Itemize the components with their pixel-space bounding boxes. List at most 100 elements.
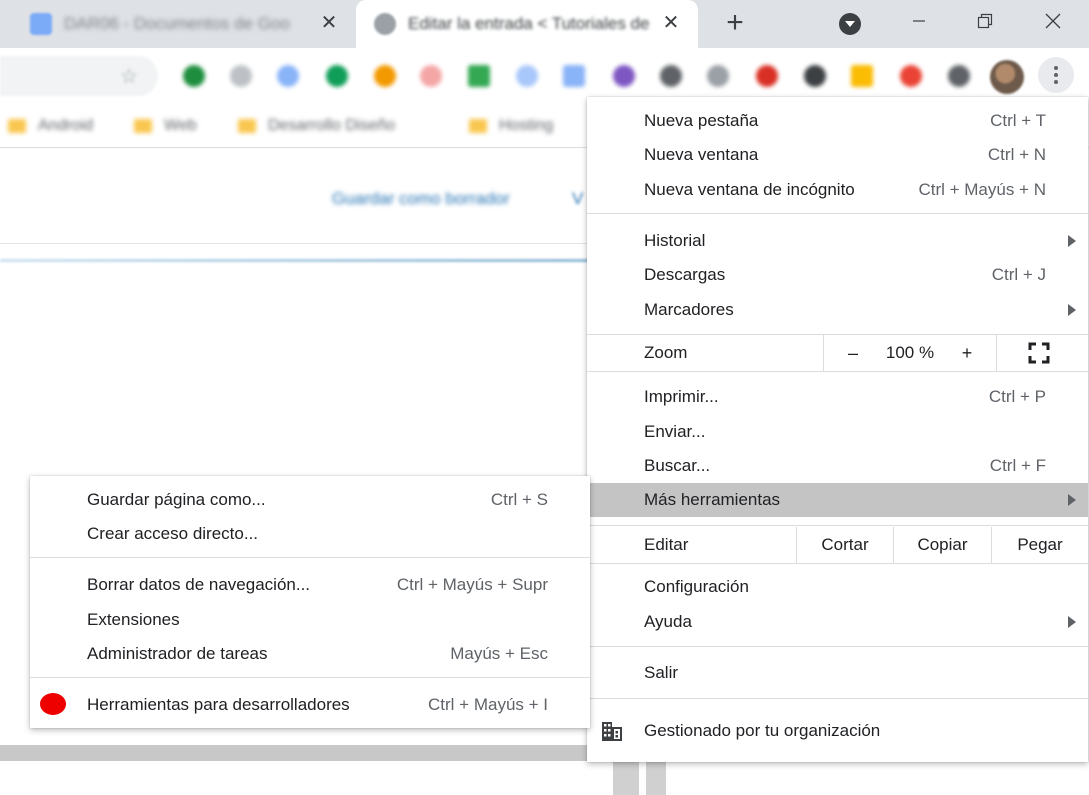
bookmark-folder[interactable]: Web [134, 114, 197, 138]
zoom-controls: – 100 % + [823, 335, 997, 371]
menu-separator [587, 213, 1088, 214]
tab-editar-entrada[interactable]: Editar la entrada < Tutoriales de ✕ [356, 0, 698, 48]
preview-link[interactable]: V [572, 189, 583, 209]
menu-item-devtools[interactable]: Herramientas para desarrolladores Ctrl +… [30, 688, 590, 722]
menu-item-extensions[interactable]: Extensiones [30, 603, 590, 637]
zoom-out-button[interactable]: – [838, 335, 868, 371]
fullscreen-icon[interactable] [1027, 341, 1051, 365]
paste-button[interactable]: Pegar [991, 527, 1088, 563]
menu-item-find[interactable]: Buscar... Ctrl + F [587, 449, 1088, 483]
extension-icon[interactable] [230, 65, 252, 87]
menu-item-task-manager[interactable]: Administrador de tareas Mayús + Esc [30, 637, 590, 671]
menu-item-incognito[interactable]: Nueva ventana de incógnito Ctrl + Mayús … [587, 173, 1088, 207]
wordpress-favicon-icon [374, 13, 396, 35]
close-tab-icon[interactable]: ✕ [660, 12, 682, 34]
save-draft-link[interactable]: Guardar como borrador [332, 189, 510, 209]
extension-icon[interactable] [900, 65, 922, 87]
menu-item-shortcut: Ctrl + Mayús + Supr [396, 575, 548, 594]
tab-docs[interactable]: DAR06 - Documentos de Goo ✕ [0, 0, 356, 48]
tab-search-button[interactable] [839, 13, 861, 35]
menu-item-label: Herramientas para desarrolladores [87, 695, 350, 714]
shield-icon[interactable] [756, 65, 778, 87]
kebab-dot-icon [1054, 73, 1058, 77]
extension-icon[interactable] [563, 65, 585, 87]
copy-button[interactable]: Copiar [893, 527, 991, 563]
menu-item-label: Ayuda [644, 612, 692, 631]
new-tab-button[interactable]: + [720, 8, 750, 39]
close-tab-icon[interactable]: ✕ [318, 12, 340, 34]
bookmark-label: Desarrollo Diseño [268, 117, 396, 134]
menu-item-new-tab[interactable]: Nueva pestaña Ctrl + T [587, 104, 1088, 138]
building-icon [602, 722, 622, 741]
bookmark-label: Hosting [499, 117, 554, 134]
menu-item-label: Nueva ventana [644, 145, 759, 164]
menu-item-new-window[interactable]: Nueva ventana Ctrl + N [587, 138, 1088, 172]
scrollbar-track [0, 745, 590, 761]
menu-item-print[interactable]: Imprimir... Ctrl + P [587, 380, 1088, 414]
minimize-button[interactable] [897, 6, 941, 36]
menu-item-label: Descargas [644, 265, 726, 284]
menu-item-shortcut: Ctrl + N [987, 145, 1046, 164]
progress-line [0, 259, 590, 262]
extension-icon[interactable] [804, 65, 826, 87]
cut-button[interactable]: Cortar [796, 527, 893, 563]
red-marker-icon [40, 693, 66, 715]
bookmark-star-icon[interactable]: ☆ [120, 64, 138, 89]
folder-icon [469, 119, 487, 133]
bookmark-folder[interactable]: Android [8, 114, 93, 138]
menu-item-clear-data[interactable]: Borrar datos de navegación... Ctrl + May… [30, 568, 590, 602]
extension-icon[interactable] [420, 65, 442, 87]
zoom-in-button[interactable]: + [952, 335, 982, 371]
menu-item-cast[interactable]: Enviar... [587, 415, 1088, 449]
menu-item-managed[interactable]: Gestionado por tu organización [587, 711, 1088, 751]
close-icon [1045, 13, 1061, 29]
menu-item-history[interactable]: Historial [587, 224, 1088, 258]
shield-icon[interactable] [660, 65, 682, 87]
puzzle-icon[interactable] [948, 65, 970, 87]
menu-item-shortcut: Ctrl + S [490, 490, 548, 509]
restore-button[interactable] [963, 6, 1007, 36]
menu-item-downloads[interactable]: Descargas Ctrl + J [587, 258, 1088, 292]
tab-title: DAR06 - Documentos de Goo [64, 14, 290, 33]
menu-item-help[interactable]: Ayuda [587, 605, 1088, 639]
avatar[interactable] [990, 60, 1024, 94]
folder-icon [238, 119, 256, 133]
extension-icon[interactable] [374, 65, 396, 87]
extension-icon[interactable] [468, 65, 490, 87]
menu-item-bookmarks[interactable]: Marcadores [587, 293, 1088, 327]
extension-icon[interactable] [277, 65, 299, 87]
menu-item-label: Buscar... [644, 456, 711, 475]
menu-separator [587, 563, 1088, 564]
menu-item-settings[interactable]: Configuración [587, 570, 1088, 604]
extension-icon[interactable] [613, 65, 635, 87]
menu-button[interactable] [1038, 57, 1074, 93]
folder-icon [134, 119, 152, 133]
tab-strip: DAR06 - Documentos de Goo ✕ Editar la en… [0, 0, 1089, 48]
menu-item-shortcut: Ctrl + Mayús + I [428, 695, 548, 714]
menu-item-more-tools[interactable]: Más herramientas [587, 483, 1088, 517]
menu-separator [30, 677, 590, 678]
bookmark-label: Android [38, 117, 94, 134]
menu-item-save-page[interactable]: Guardar página como... Ctrl + S [30, 483, 590, 517]
menu-item-shortcut: Ctrl + J [991, 265, 1046, 284]
bookmark-folder[interactable]: Hosting [469, 114, 553, 138]
close-window-button[interactable] [1031, 6, 1075, 36]
menu-item-label: Guardar página como... [87, 490, 266, 509]
extension-icon[interactable] [183, 65, 205, 87]
extension-icon[interactable] [516, 65, 538, 87]
menu-item-shortcut: Mayús + Esc [450, 644, 548, 663]
menu-item-label: Imprimir... [644, 387, 719, 406]
extension-icon[interactable] [326, 65, 348, 87]
extension-icon[interactable] [707, 65, 729, 87]
bookmark-folder[interactable]: Desarrollo Diseño [238, 114, 395, 138]
menu-item-label: Nueva ventana de incógnito [644, 180, 855, 199]
kebab-dot-icon [1054, 66, 1058, 70]
more-tools-submenu: Guardar página como... Ctrl + S Crear ac… [30, 476, 590, 728]
menu-item-create-shortcut[interactable]: Crear acceso directo... [30, 517, 590, 551]
extension-icon[interactable] [851, 65, 873, 87]
menu-item-label: Salir [644, 663, 679, 682]
menu-item-shortcut: Ctrl + F [989, 456, 1046, 475]
menu-item-exit[interactable]: Salir [587, 656, 1088, 690]
menu-separator [587, 698, 1088, 699]
zoom-label: Zoom [644, 343, 688, 362]
